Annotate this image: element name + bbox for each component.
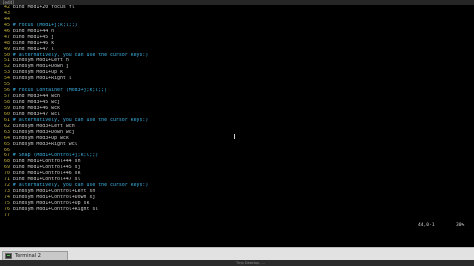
code-text: bindsym Mod1+Left h [12, 58, 69, 64]
code-text: bindsym Mod1+Down j [12, 64, 69, 70]
line-number: 57 [4, 94, 10, 100]
line-number: 54 [4, 76, 10, 82]
code-text: bind Mod3+45 wcj [12, 100, 60, 105]
line-number: 50 [4, 52, 10, 58]
scroll-percent: 30% [456, 223, 465, 228]
code-text: bindsym Mod1+Up k [12, 70, 63, 76]
line-number: 51 [4, 58, 10, 64]
comment-text: # alternatively, you can use the cursor … [12, 52, 149, 58]
line-number: 47 [4, 34, 10, 40]
mouse-text-cursor [234, 134, 235, 139]
code-text: bindsym Mod3+Right wcl [12, 141, 78, 147]
line-number: 55 [4, 82, 10, 88]
cursor-position-ruler: 44,0-1 [418, 223, 435, 228]
line-number: 68 [4, 159, 10, 165]
line-number: 77 [4, 212, 10, 218]
code-text: bindsym Mod1+Control+Right sl [12, 206, 99, 212]
line-number: 74 [4, 195, 10, 200]
code-text: bindsym Mod1+Control+Down sj [12, 195, 96, 200]
line-number: 66 [4, 147, 10, 153]
code-text: bind Mod3+46 wck [12, 105, 60, 111]
line-number: 60 [4, 111, 10, 117]
code-text: bind Mod1+45 j [12, 34, 55, 40]
code-line[interactable]: 77 [4, 213, 470, 219]
bottom-strip-text: Tmp Desktop .... [236, 261, 265, 265]
code-text: bind Mod3+44 wch [12, 94, 60, 100]
line-number: 43 [4, 10, 10, 16]
comment-text: # Focus Container (Mod3+j;k;l;;) [12, 88, 108, 94]
line-number: 53 [4, 70, 10, 76]
code-text: bind Mod1+Control+46 sk [12, 171, 81, 177]
line-number: 73 [4, 189, 10, 195]
line-number: 42 [4, 5, 10, 10]
code-text: bindsym Mod1+Control+Up sk [12, 200, 90, 206]
terminal-prompt-glyph [7, 255, 10, 256]
line-number: 44 [4, 16, 10, 22]
line-number: 64 [4, 135, 10, 141]
code-text: bind Mod1+44 h [12, 28, 55, 34]
bottom-status-strip: Tmp Desktop .... [0, 260, 474, 266]
line-number: 72 [4, 183, 10, 189]
line-number: 62 [4, 123, 10, 129]
line-number: 63 [4, 129, 10, 135]
code-text: bind Mod1+46 k [12, 40, 55, 46]
line-number: 65 [4, 141, 10, 147]
code-text: bindsym Mod3+Up wck [12, 135, 69, 141]
line-number: 49 [4, 46, 10, 52]
line-number: 61 [4, 117, 10, 123]
screen: [edit] 42 bind Mod1+20 focus fl 43 44 45 … [0, 0, 474, 266]
line-number: 45 [4, 22, 10, 28]
code-text: bind Mod1+Control+45 sj [12, 165, 81, 171]
comment-text: # alternatively, you can use the cursor … [12, 183, 149, 189]
code-text: bindsym Mod3+Left wch [12, 123, 75, 129]
code-text: bindsym Mod1+Control+Left sh [12, 189, 96, 195]
code-text: bind Mod1+Control+44 sh [12, 159, 81, 165]
editor-buffer[interactable]: 42 bind Mod1+20 focus fl 43 44 45 # Focus… [4, 5, 470, 219]
line-number: 69 [4, 165, 10, 171]
code-text: bindsym Mod1+Right l [12, 76, 72, 82]
comment-text: # alternatively, you can use the cursor … [12, 117, 149, 123]
terminal-window[interactable]: 42 bind Mod1+20 focus fl 43 44 45 # Focus… [0, 5, 474, 247]
line-number: 48 [4, 40, 10, 46]
taskbar-item-label: Terminal 2 [15, 253, 41, 259]
code-text: bind Mod3+47 wcl [12, 111, 60, 117]
line-number: 70 [4, 171, 10, 177]
line-number: 75 [4, 200, 10, 206]
line-number: 58 [4, 100, 10, 105]
line-number: 46 [4, 28, 10, 34]
line-number: 56 [4, 88, 10, 94]
terminal-icon [5, 253, 12, 259]
line-number: 71 [4, 177, 10, 183]
line-number: 52 [4, 64, 10, 70]
code-text: bind Mod1+Control+47 sl [12, 177, 81, 183]
comment-text: # Focus (Mod1+j;k;l;;) [12, 22, 78, 28]
code-text: bind Mod1+47 l [12, 46, 55, 52]
code-text: bindsym Mod3+Down wcj [12, 129, 75, 135]
line-number: 67 [4, 153, 10, 159]
line-number: 59 [4, 105, 10, 111]
comment-text: # Snap (Mod1+Control+j;k;l;;) [12, 153, 99, 159]
line-number: 76 [4, 206, 10, 212]
code-text: bind Mod1+20 focus fl [12, 5, 75, 10]
